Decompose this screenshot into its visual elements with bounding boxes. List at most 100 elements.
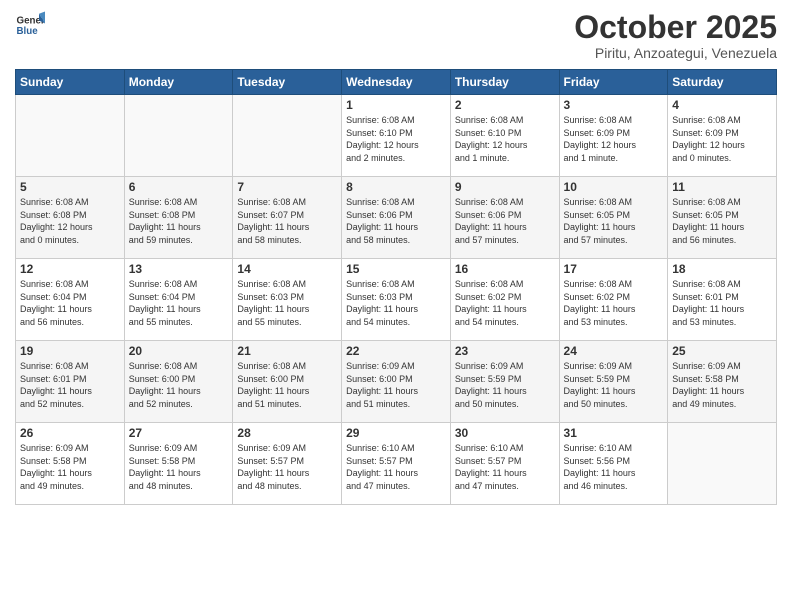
day-info: Sunrise: 6:09 AM Sunset: 5:57 PM Dayligh… — [237, 442, 337, 492]
calendar-cell: 3 Sunrise: 6:08 AM Sunset: 6:09 PM Daylig… — [559, 95, 668, 177]
calendar-cell: 10 Sunrise: 6:08 AM Sunset: 6:05 PM Dayli… — [559, 177, 668, 259]
day-info: Sunrise: 6:10 AM Sunset: 5:56 PM Dayligh… — [564, 442, 664, 492]
day-info: Sunrise: 6:09 AM Sunset: 5:58 PM Dayligh… — [129, 442, 229, 492]
day-number: 2 — [455, 98, 555, 112]
calendar-cell: 12Sunrise: 6:08 AM Sunset: 6:04 PM Dayli… — [16, 259, 125, 341]
day-number: 24 — [564, 344, 664, 358]
calendar-cell: 22Sunrise: 6:09 AM Sunset: 6:00 PM Dayli… — [342, 341, 451, 423]
day-number: 26 — [20, 426, 120, 440]
day-info: Sunrise: 6:08 AM Sunset: 6:09 PM Dayligh… — [564, 114, 664, 164]
day-number: 13 — [129, 262, 229, 276]
calendar-cell: 13 Sunrise: 6:08 AM Sunset: 6:04 PM Dayli… — [124, 259, 233, 341]
calendar-cell: 8Sunrise: 6:08 AM Sunset: 6:06 PM Daylig… — [342, 177, 451, 259]
calendar-cell: 11 Sunrise: 6:08 AM Sunset: 6:05 PM Dayli… — [668, 177, 777, 259]
day-number: 7 — [237, 180, 337, 194]
day-number: 3 — [564, 98, 664, 112]
calendar-cell: 7 Sunrise: 6:08 AM Sunset: 6:07 PM Daylig… — [233, 177, 342, 259]
calendar-week-5: 26 Sunrise: 6:09 AM Sunset: 5:58 PM Dayli… — [16, 423, 777, 505]
calendar-cell: 18 Sunrise: 6:08 AM Sunset: 6:01 PM Dayli… — [668, 259, 777, 341]
weekday-header-wednesday: Wednesday — [342, 70, 451, 95]
day-info: Sunrise: 6:08 AM Sunset: 6:00 PM Dayligh… — [237, 360, 337, 410]
calendar-cell: 4 Sunrise: 6:08 AM Sunset: 6:09 PM Daylig… — [668, 95, 777, 177]
calendar-cell — [16, 95, 125, 177]
day-number: 18 — [672, 262, 772, 276]
calendar-cell: 16Sunrise: 6:08 AM Sunset: 6:02 PM Dayli… — [450, 259, 559, 341]
day-info: Sunrise: 6:08 AM Sunset: 6:00 PM Dayligh… — [129, 360, 229, 410]
day-info: Sunrise: 6:08 AM Sunset: 6:06 PM Dayligh… — [455, 196, 555, 246]
day-info: Sunrise: 6:08 AM Sunset: 6:07 PM Dayligh… — [237, 196, 337, 246]
day-number: 9 — [455, 180, 555, 194]
calendar-cell: 21 Sunrise: 6:08 AM Sunset: 6:00 PM Dayli… — [233, 341, 342, 423]
month-title: October 2025 — [574, 10, 777, 45]
day-number: 21 — [237, 344, 337, 358]
day-number: 25 — [672, 344, 772, 358]
day-number: 11 — [672, 180, 772, 194]
day-number: 23 — [455, 344, 555, 358]
calendar-cell: 24 Sunrise: 6:09 AM Sunset: 5:59 PM Dayli… — [559, 341, 668, 423]
day-info: Sunrise: 6:08 AM Sunset: 6:02 PM Dayligh… — [455, 278, 555, 328]
day-info: Sunrise: 6:08 AM Sunset: 6:01 PM Dayligh… — [20, 360, 120, 410]
weekday-header-saturday: Saturday — [668, 70, 777, 95]
day-number: 20 — [129, 344, 229, 358]
day-number: 4 — [672, 98, 772, 112]
day-info: Sunrise: 6:10 AM Sunset: 5:57 PM Dayligh… — [346, 442, 446, 492]
day-info: Sunrise: 6:08 AM Sunset: 6:10 PM Dayligh… — [346, 114, 446, 164]
day-number: 22 — [346, 344, 446, 358]
day-number: 28 — [237, 426, 337, 440]
day-info: Sunrise: 6:09 AM Sunset: 5:59 PM Dayligh… — [455, 360, 555, 410]
day-info: Sunrise: 6:08 AM Sunset: 6:03 PM Dayligh… — [237, 278, 337, 328]
calendar-cell — [233, 95, 342, 177]
day-info: Sunrise: 6:08 AM Sunset: 6:09 PM Dayligh… — [672, 114, 772, 164]
day-number: 27 — [129, 426, 229, 440]
calendar-cell: 9 Sunrise: 6:08 AM Sunset: 6:06 PM Daylig… — [450, 177, 559, 259]
calendar-week-1: 1 Sunrise: 6:08 AM Sunset: 6:10 PM Daylig… — [16, 95, 777, 177]
day-info: Sunrise: 6:10 AM Sunset: 5:57 PM Dayligh… — [455, 442, 555, 492]
day-info: Sunrise: 6:09 AM Sunset: 5:59 PM Dayligh… — [564, 360, 664, 410]
calendar-week-4: 19Sunrise: 6:08 AM Sunset: 6:01 PM Dayli… — [16, 341, 777, 423]
header: General Blue October 2025 Piritu, Anzoat… — [15, 10, 777, 61]
day-number: 10 — [564, 180, 664, 194]
title-block: October 2025 Piritu, Anzoategui, Venezue… — [574, 10, 777, 61]
calendar-cell: 26Sunrise: 6:09 AM Sunset: 5:58 PM Dayli… — [16, 423, 125, 505]
day-number: 1 — [346, 98, 446, 112]
day-info: Sunrise: 6:08 AM Sunset: 6:05 PM Dayligh… — [564, 196, 664, 246]
calendar-cell: 28 Sunrise: 6:09 AM Sunset: 5:57 PM Dayli… — [233, 423, 342, 505]
day-info: Sunrise: 6:08 AM Sunset: 6:04 PM Dayligh… — [129, 278, 229, 328]
weekday-header-monday: Monday — [124, 70, 233, 95]
calendar-cell: 17 Sunrise: 6:08 AM Sunset: 6:02 PM Dayli… — [559, 259, 668, 341]
calendar-cell: 25Sunrise: 6:09 AM Sunset: 5:58 PM Dayli… — [668, 341, 777, 423]
day-info: Sunrise: 6:08 AM Sunset: 6:03 PM Dayligh… — [346, 278, 446, 328]
calendar-cell: 19Sunrise: 6:08 AM Sunset: 6:01 PM Dayli… — [16, 341, 125, 423]
calendar-week-3: 12Sunrise: 6:08 AM Sunset: 6:04 PM Dayli… — [16, 259, 777, 341]
day-info: Sunrise: 6:08 AM Sunset: 6:02 PM Dayligh… — [564, 278, 664, 328]
calendar-week-2: 5 Sunrise: 6:08 AM Sunset: 6:08 PM Daylig… — [16, 177, 777, 259]
day-number: 5 — [20, 180, 120, 194]
day-info: Sunrise: 6:08 AM Sunset: 6:04 PM Dayligh… — [20, 278, 120, 328]
day-info: Sunrise: 6:08 AM Sunset: 6:01 PM Dayligh… — [672, 278, 772, 328]
weekday-header-tuesday: Tuesday — [233, 70, 342, 95]
weekday-header-row: SundayMondayTuesdayWednesdayThursdayFrid… — [16, 70, 777, 95]
day-number: 30 — [455, 426, 555, 440]
day-info: Sunrise: 6:08 AM Sunset: 6:08 PM Dayligh… — [129, 196, 229, 246]
calendar-cell — [668, 423, 777, 505]
weekday-header-sunday: Sunday — [16, 70, 125, 95]
day-info: Sunrise: 6:08 AM Sunset: 6:05 PM Dayligh… — [672, 196, 772, 246]
calendar-cell: 30 Sunrise: 6:10 AM Sunset: 5:57 PM Dayli… — [450, 423, 559, 505]
calendar-cell — [124, 95, 233, 177]
logo: General Blue — [15, 10, 45, 40]
calendar-cell: 29Sunrise: 6:10 AM Sunset: 5:57 PM Dayli… — [342, 423, 451, 505]
page-container: General Blue October 2025 Piritu, Anzoat… — [0, 0, 792, 515]
calendar-table: SundayMondayTuesdayWednesdayThursdayFrid… — [15, 69, 777, 505]
calendar-cell: 31 Sunrise: 6:10 AM Sunset: 5:56 PM Dayli… — [559, 423, 668, 505]
calendar-cell: 15Sunrise: 6:08 AM Sunset: 6:03 PM Dayli… — [342, 259, 451, 341]
day-number: 8 — [346, 180, 446, 194]
calendar-cell: 2Sunrise: 6:08 AM Sunset: 6:10 PM Daylig… — [450, 95, 559, 177]
calendar-cell: 23 Sunrise: 6:09 AM Sunset: 5:59 PM Dayli… — [450, 341, 559, 423]
day-number: 31 — [564, 426, 664, 440]
calendar-cell: 20 Sunrise: 6:08 AM Sunset: 6:00 PM Dayli… — [124, 341, 233, 423]
calendar-cell: 1 Sunrise: 6:08 AM Sunset: 6:10 PM Daylig… — [342, 95, 451, 177]
weekday-header-friday: Friday — [559, 70, 668, 95]
calendar-cell: 27 Sunrise: 6:09 AM Sunset: 5:58 PM Dayli… — [124, 423, 233, 505]
day-number: 17 — [564, 262, 664, 276]
calendar-cell: 6Sunrise: 6:08 AM Sunset: 6:08 PM Daylig… — [124, 177, 233, 259]
